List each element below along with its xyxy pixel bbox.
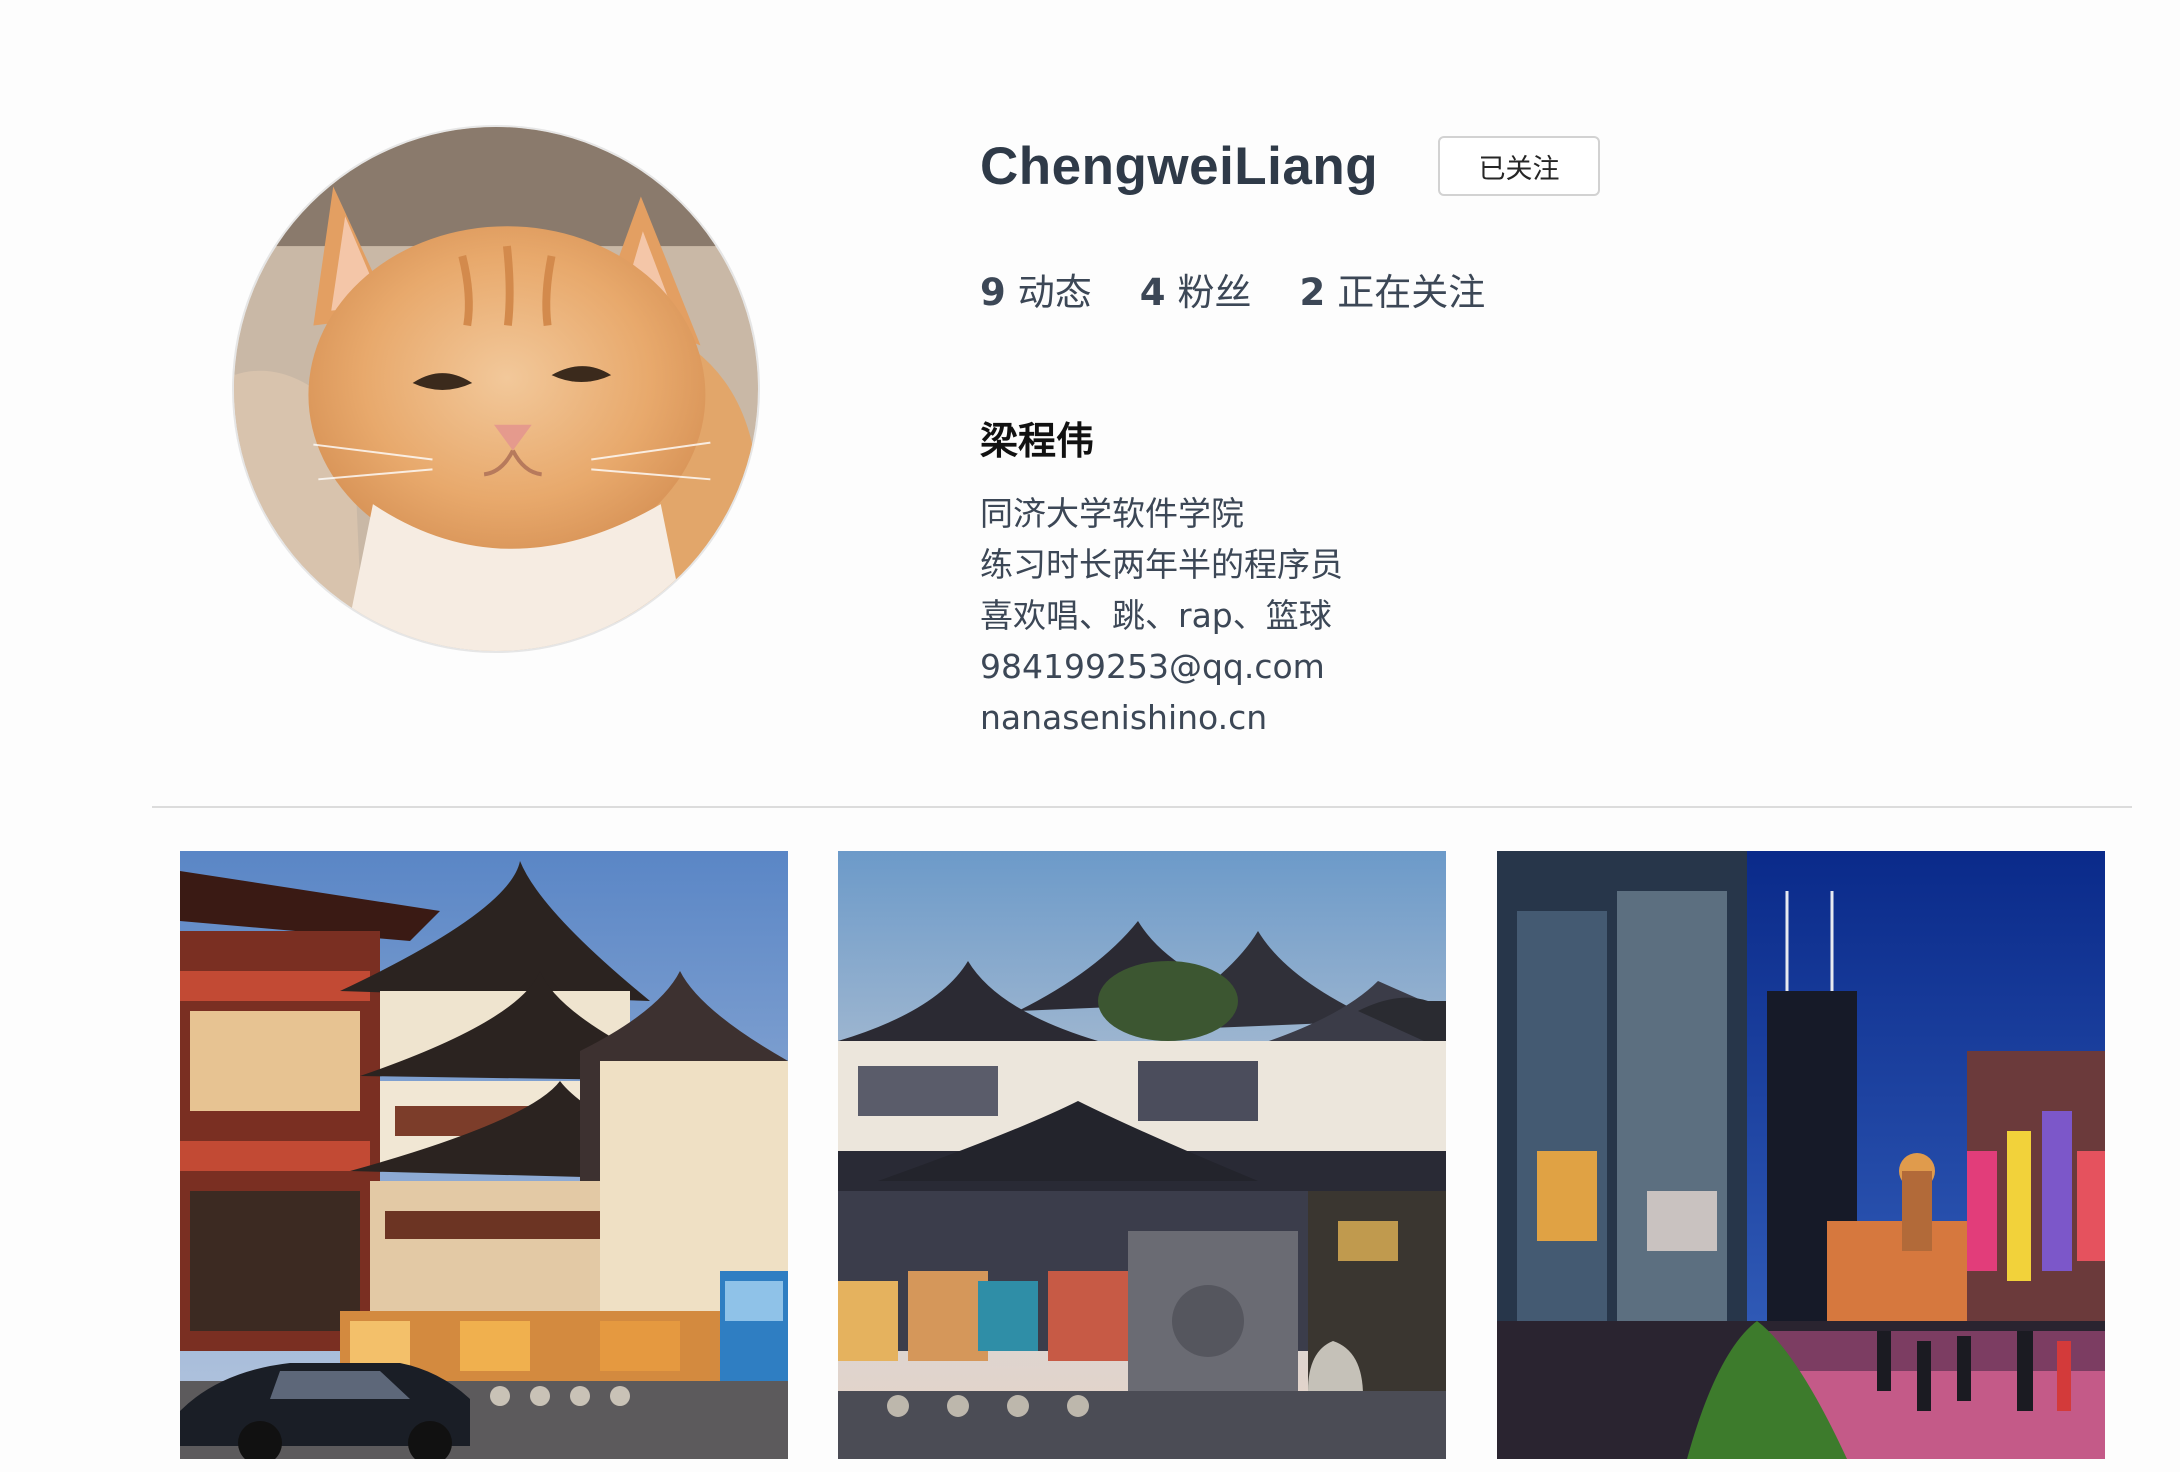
followers-count-link[interactable]: 4 粉丝 — [1140, 268, 1252, 318]
stat-label: 粉丝 — [1177, 271, 1252, 314]
stat-label: 正在关注 — [1337, 271, 1486, 314]
following-button[interactable]: 已关注 — [1438, 136, 1600, 196]
divider — [152, 806, 2132, 808]
avatar[interactable] — [232, 125, 760, 653]
bio-line-email[interactable]: 984199253@qq.com — [980, 641, 1343, 692]
stat-count: 4 — [1139, 271, 1166, 314]
stat-count: 9 — [980, 271, 1006, 314]
stat-count: 2 — [1299, 271, 1326, 314]
bio-line-website[interactable]: nanasenishino.cn — [980, 692, 1343, 743]
posts-count-link[interactable]: 9 动态 — [980, 268, 1092, 318]
cat-avatar-image — [234, 127, 758, 651]
yuyuan-temple-evening-photo — [838, 851, 1446, 1459]
yuyuan-garden-dusk-photo — [180, 851, 788, 1459]
bio-line-hobbies: 喜欢唱、跳、rap、篮球 — [980, 596, 1332, 635]
post-thumbnail[interactable] — [838, 851, 1446, 1459]
post-thumbnail[interactable] — [1497, 851, 2105, 1459]
following-count-link[interactable]: 2 正在关注 — [1300, 268, 1486, 318]
bio-line-job: 练习时长两年半的程序员 — [980, 545, 1343, 584]
real-name: 梁程伟 — [980, 419, 1095, 463]
username: ChengweiLiang — [980, 137, 1379, 196]
stat-label: 动态 — [1017, 271, 1092, 314]
nanjing-road-night-photo — [1497, 851, 2105, 1459]
bio: 同济大学软件学院 练习时长两年半的程序员 喜欢唱、跳、rap、篮球 984199… — [980, 488, 1343, 743]
bio-line-school: 同济大学软件学院 — [980, 494, 1244, 533]
post-thumbnail[interactable] — [180, 851, 788, 1459]
profile-page: ChengweiLiang 已关注 9 动态 4 粉丝 2 正在关注 梁程伟 同… — [0, 0, 2180, 1472]
profile-stats: 9 动态 4 粉丝 2 正在关注 — [980, 268, 1533, 318]
